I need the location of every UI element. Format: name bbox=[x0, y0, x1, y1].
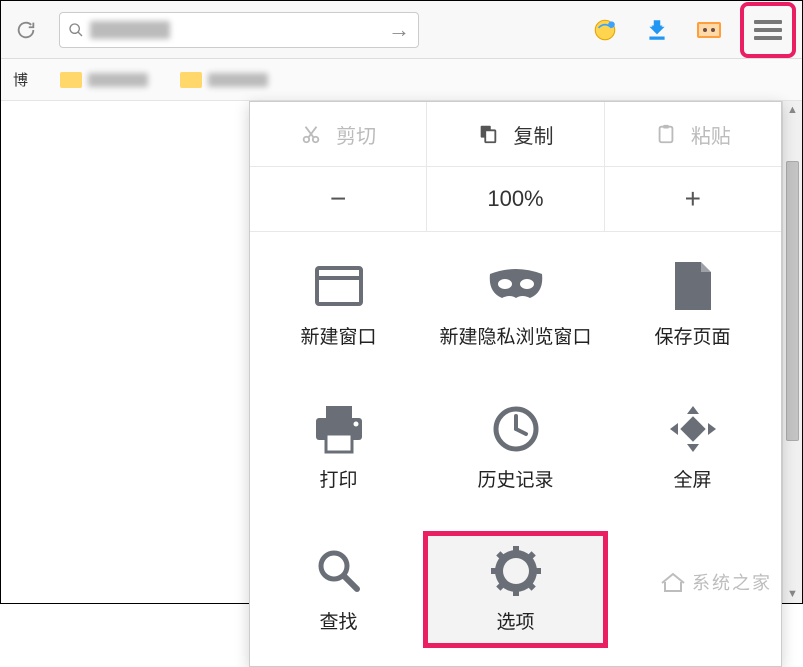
vertical-scrollbar[interactable]: ▲ ▼ bbox=[782, 101, 802, 603]
menu-fullscreen-label: 全屏 bbox=[673, 469, 711, 494]
copy-icon bbox=[477, 123, 499, 145]
menu-save-page-label: 保存页面 bbox=[654, 326, 730, 351]
watermark: 系统之家 bbox=[660, 569, 772, 595]
menu-history[interactable]: 历史记录 bbox=[427, 393, 604, 502]
minus-icon: − bbox=[330, 183, 346, 215]
bookmark-item[interactable] bbox=[60, 72, 148, 88]
watermark-logo-icon bbox=[660, 571, 686, 593]
bookmarks-toolbar: 博 bbox=[1, 59, 802, 101]
reload-icon bbox=[15, 19, 37, 41]
menu-print[interactable]: 打印 bbox=[250, 393, 427, 502]
bookmark-label-blurred bbox=[208, 73, 268, 87]
menu-print-label: 打印 bbox=[319, 469, 357, 494]
search-icon bbox=[315, 547, 363, 595]
bookmark-label: 博 bbox=[13, 69, 28, 90]
search-text-blurred bbox=[90, 21, 170, 39]
window-icon bbox=[313, 262, 365, 310]
clock-icon bbox=[491, 404, 541, 454]
menu-history-label: 历史记录 bbox=[477, 469, 553, 494]
menu-find-label: 查找 bbox=[319, 611, 357, 636]
extension-icon bbox=[696, 19, 722, 41]
menu-paste-label: 粘贴 bbox=[691, 120, 731, 149]
menu-copy-label: 复制 bbox=[513, 120, 553, 149]
menu-cut-label: 剪切 bbox=[336, 120, 376, 149]
zoom-level-label: 100% bbox=[487, 186, 543, 212]
menu-fullscreen[interactable]: 全屏 bbox=[604, 393, 781, 502]
watermark-text: 系统之家 bbox=[692, 569, 772, 595]
plus-icon: + bbox=[685, 183, 701, 215]
menu-options[interactable]: 选项 bbox=[427, 535, 604, 644]
fullscreen-icon bbox=[668, 404, 718, 454]
bookmark-item[interactable]: 博 bbox=[13, 69, 28, 90]
go-arrow-icon[interactable]: → bbox=[388, 17, 410, 43]
zoom-level[interactable]: 100% bbox=[426, 167, 603, 231]
printer-icon bbox=[312, 404, 366, 454]
bookmark-label-blurred bbox=[88, 73, 148, 87]
toolbar-extension-button[interactable] bbox=[692, 13, 726, 47]
search-input[interactable] bbox=[170, 21, 388, 39]
scrollbar-thumb[interactable] bbox=[786, 161, 799, 441]
zoom-out-button[interactable]: − bbox=[250, 167, 426, 231]
zoom-in-button[interactable]: + bbox=[604, 167, 781, 231]
hamburger-icon bbox=[754, 19, 782, 41]
scroll-up-arrow[interactable]: ▲ bbox=[783, 101, 802, 119]
bookmark-item[interactable] bbox=[180, 72, 268, 88]
menu-private-window[interactable]: 新建隐私浏览窗口 bbox=[427, 250, 604, 359]
folder-icon bbox=[180, 72, 202, 88]
reload-button[interactable] bbox=[11, 15, 41, 45]
menu-new-window[interactable]: 新建窗口 bbox=[250, 250, 427, 359]
search-icon bbox=[68, 22, 84, 38]
menu-options-label: 选项 bbox=[496, 611, 534, 636]
search-box[interactable]: → bbox=[59, 12, 419, 48]
toolbar-addon-globe[interactable] bbox=[588, 13, 622, 47]
menu-find[interactable]: 查找 bbox=[250, 535, 427, 644]
paste-icon bbox=[655, 123, 677, 145]
scroll-down-arrow[interactable]: ▼ bbox=[783, 585, 802, 603]
mask-icon bbox=[486, 266, 546, 306]
folder-icon bbox=[60, 72, 82, 88]
download-arrow-icon bbox=[644, 17, 670, 43]
menu-private-window-label: 新建隐私浏览窗口 bbox=[439, 326, 591, 351]
globe-badge-icon bbox=[592, 17, 618, 43]
menu-copy[interactable]: 复制 bbox=[426, 102, 603, 166]
page-icon bbox=[671, 260, 715, 312]
main-menu-button[interactable] bbox=[744, 6, 792, 54]
gear-icon bbox=[491, 546, 541, 596]
downloads-button[interactable] bbox=[640, 13, 674, 47]
menu-cut[interactable]: 剪切 bbox=[250, 102, 426, 166]
menu-save-page[interactable]: 保存页面 bbox=[604, 250, 781, 359]
cut-icon bbox=[300, 123, 322, 145]
menu-new-window-label: 新建窗口 bbox=[300, 326, 376, 351]
menu-paste[interactable]: 粘贴 bbox=[604, 102, 781, 166]
